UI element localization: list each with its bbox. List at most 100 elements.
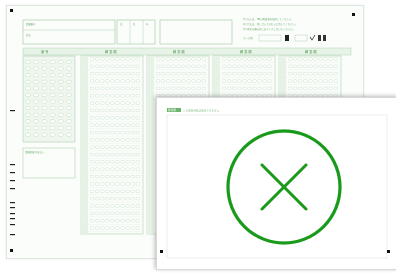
answer-bubble bbox=[155, 57, 161, 61]
answer-bubble bbox=[308, 72, 313, 76]
answer-bubble bbox=[100, 211, 105, 216]
answer-bubble bbox=[318, 57, 323, 61]
answer-bubble bbox=[242, 64, 247, 68]
answer-bubble bbox=[105, 211, 110, 216]
answer-bubble bbox=[257, 79, 262, 83]
answer-bubble bbox=[125, 79, 130, 83]
answer-bubble bbox=[110, 64, 115, 68]
answer-bubble bbox=[120, 211, 125, 216]
answer-bubble bbox=[252, 79, 257, 83]
answer-bubble bbox=[287, 72, 293, 76]
answer-bubble bbox=[247, 86, 252, 91]
answer-bubble bbox=[105, 57, 110, 61]
answer-bubble bbox=[100, 219, 105, 223]
answer-bubble bbox=[328, 72, 333, 76]
answer-bubble bbox=[125, 138, 130, 142]
answer-bubble bbox=[125, 182, 130, 186]
note-2: (2) 訂正は、消しゴムできれいに消してください。 bbox=[243, 22, 297, 26]
timing-mark bbox=[10, 110, 15, 112]
answer-bubble bbox=[105, 226, 110, 230]
answer-bubble bbox=[125, 167, 130, 171]
answer-bubble bbox=[100, 130, 105, 135]
number-bubble bbox=[58, 73, 64, 78]
answer-bubble bbox=[100, 72, 105, 76]
answer-bubble bbox=[247, 72, 252, 76]
answer-bubble bbox=[105, 64, 110, 68]
question-number-strip bbox=[147, 56, 154, 234]
number-bubble bbox=[41, 132, 48, 137]
answer-bubble bbox=[287, 79, 293, 83]
number-bubble bbox=[49, 119, 56, 124]
answer-bubble bbox=[115, 94, 120, 98]
answer-bubble bbox=[186, 86, 191, 91]
answer-bubble bbox=[308, 57, 313, 61]
number-bubble bbox=[49, 99, 56, 104]
answer-bubble bbox=[115, 167, 120, 171]
answer-bubble bbox=[242, 57, 247, 61]
number-bubble bbox=[33, 73, 39, 78]
answer-bubble bbox=[89, 116, 95, 120]
answer-bubble bbox=[298, 79, 303, 83]
answer-bubble bbox=[110, 211, 115, 216]
answer-bubble bbox=[176, 72, 181, 76]
answer-bubble bbox=[105, 123, 110, 127]
answer-bubble bbox=[221, 79, 227, 83]
answer-bubble bbox=[232, 79, 237, 83]
front-header-text: この解答用紙は使用できません bbox=[183, 108, 220, 112]
answer-bubble bbox=[120, 108, 125, 113]
answer-bubble bbox=[262, 86, 267, 91]
answer-bubble bbox=[135, 57, 141, 61]
number-bubble bbox=[33, 106, 39, 111]
answer-bubble bbox=[237, 86, 242, 91]
timing-mark bbox=[10, 164, 15, 166]
number-bubble bbox=[58, 60, 64, 64]
answer-bubble bbox=[89, 57, 95, 61]
answer-bubble bbox=[89, 160, 95, 164]
answer-bubble bbox=[100, 145, 105, 149]
number-bubble bbox=[49, 86, 56, 91]
answer-bubble bbox=[125, 64, 130, 68]
number-bubble bbox=[66, 112, 72, 117]
answer-bubble bbox=[110, 226, 115, 230]
answer-bubble bbox=[120, 167, 125, 171]
answer-bubble bbox=[155, 86, 161, 91]
answer-bubble bbox=[135, 182, 141, 186]
answer-bubble bbox=[298, 72, 303, 76]
answer-bubble bbox=[105, 101, 110, 105]
answer-bubble bbox=[130, 72, 135, 76]
blank-box bbox=[159, 19, 233, 45]
answer-bubble bbox=[89, 145, 95, 149]
answer-bubble bbox=[110, 189, 115, 193]
answer-bubble bbox=[94, 211, 100, 216]
answer-bubble bbox=[135, 152, 141, 157]
number-bubble bbox=[49, 126, 56, 130]
answer-bubble bbox=[94, 219, 100, 223]
answer-bubble bbox=[313, 79, 318, 83]
number-bubble bbox=[66, 60, 72, 64]
answer-bubble bbox=[125, 145, 130, 149]
number-bubble bbox=[58, 66, 64, 71]
number-bubble bbox=[58, 93, 64, 97]
answer-bubble bbox=[262, 72, 267, 76]
number-bubble bbox=[33, 112, 39, 117]
answer-bubble bbox=[94, 226, 100, 230]
answer-bubble bbox=[242, 86, 247, 91]
number-bubble bbox=[66, 86, 72, 91]
answer-bubble bbox=[110, 167, 115, 171]
answer-bubble bbox=[135, 219, 141, 223]
answer-bubble bbox=[328, 57, 333, 61]
answer-bubble bbox=[125, 196, 130, 201]
answer-bubble bbox=[135, 196, 141, 201]
number-bubble bbox=[25, 86, 31, 91]
answer-bubble bbox=[125, 174, 130, 179]
answer-bubble bbox=[135, 204, 141, 208]
front-sheet-canvas: 解答欄 この解答用紙は使用できません bbox=[160, 108, 390, 259]
answer-bubble bbox=[130, 116, 135, 120]
answer-bubble bbox=[130, 94, 135, 98]
timing-mark bbox=[10, 202, 15, 204]
answer-bubble bbox=[171, 57, 176, 61]
answer-bubble bbox=[186, 64, 191, 68]
answer-bubble bbox=[237, 57, 242, 61]
number-bubble bbox=[41, 126, 48, 130]
number-bubble bbox=[41, 79, 48, 84]
